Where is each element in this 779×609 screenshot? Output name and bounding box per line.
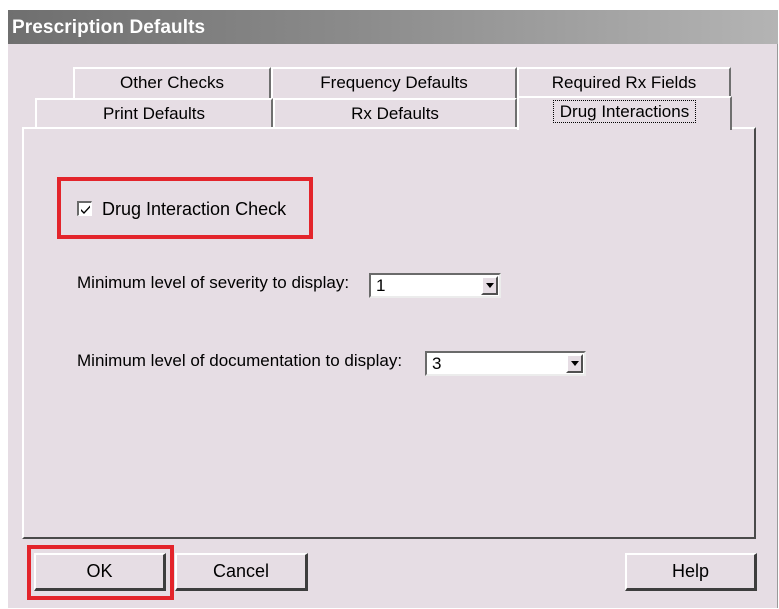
tab-rx-defaults[interactable]: Rx Defaults	[273, 98, 517, 129]
tab-print-defaults[interactable]: Print Defaults	[35, 98, 273, 129]
help-button[interactable]: Help	[625, 553, 757, 591]
cancel-button[interactable]: Cancel	[175, 553, 308, 591]
tab-required-rx-fields[interactable]: Required Rx Fields	[517, 67, 731, 98]
checkbox-highlight-box	[57, 177, 313, 239]
documentation-dropdown-button[interactable]	[566, 354, 583, 373]
severity-dropdown-button[interactable]	[481, 276, 498, 295]
dropdown-arrow-icon	[486, 283, 494, 288]
window-title: Prescription Defaults	[12, 17, 206, 38]
severity-select[interactable]: 1	[369, 273, 501, 298]
documentation-value: 3	[432, 354, 442, 373]
tab-label: Frequency Defaults	[320, 73, 468, 92]
severity-value: 1	[376, 276, 386, 295]
tab-label: Rx Defaults	[351, 104, 439, 123]
tab-drug-interactions[interactable]: Drug Interactions	[517, 96, 732, 130]
severity-label: Minimum level of severity to display:	[77, 273, 350, 292]
tab-label: Print Defaults	[102, 104, 206, 123]
tab-label: Drug Interactions	[552, 100, 697, 123]
documentation-label: Minimum level of documentation to displa…	[77, 351, 403, 370]
dropdown-arrow-icon	[571, 361, 579, 366]
documentation-select[interactable]: 3	[425, 351, 586, 376]
title-bar[interactable]: Prescription Defaults	[8, 10, 778, 44]
tab-label: Other Checks	[120, 73, 224, 92]
tab-other-checks[interactable]: Other Checks	[73, 67, 271, 98]
ok-highlight-box	[27, 545, 174, 600]
tab-label: Required Rx Fields	[551, 73, 697, 92]
tab-frequency-defaults[interactable]: Frequency Defaults	[271, 67, 517, 98]
